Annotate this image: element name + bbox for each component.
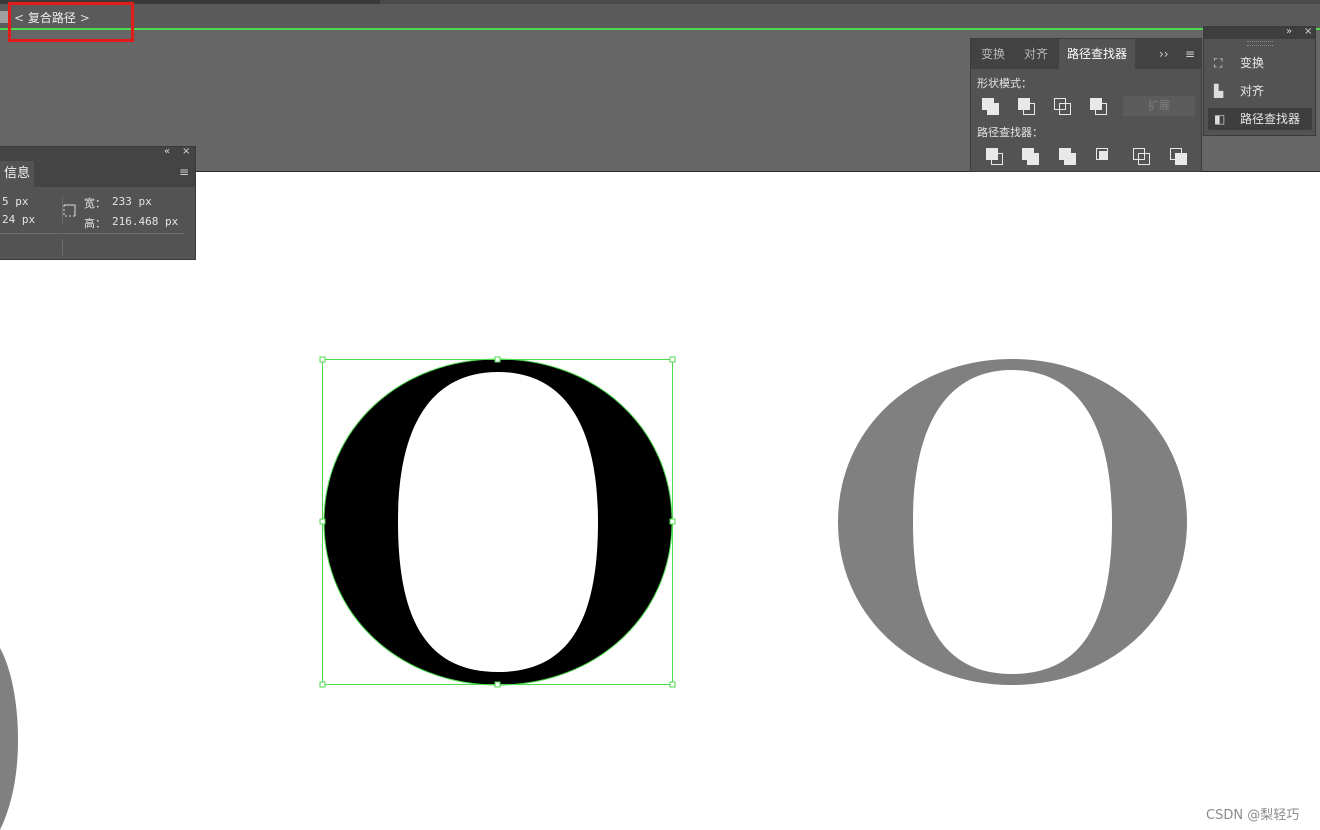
handle-bottom[interactable] xyxy=(494,681,501,688)
tab-pathfinder[interactable]: 路径查找器 xyxy=(1059,39,1135,69)
artboard[interactable] xyxy=(0,172,1320,830)
exclude-button[interactable] xyxy=(1089,97,1107,115)
dock-item-label: 对齐 xyxy=(1240,84,1265,98)
pathfinder-icon: ◧ xyxy=(1214,112,1226,126)
tab-align[interactable]: 对齐 xyxy=(1015,39,1057,69)
info-close-icon[interactable]: × xyxy=(182,146,190,157)
shape-modes-label: 形状模式： xyxy=(977,77,1032,90)
unite-button[interactable] xyxy=(981,97,999,115)
top-control-bar: < 复合路径 > xyxy=(0,0,1320,30)
dock-close-icon[interactable]: × xyxy=(1304,26,1312,37)
panel-menu-icon[interactable]: ≡ xyxy=(1185,39,1195,69)
dock-item-pathfinder[interactable]: ◧ 路径查找器 xyxy=(1208,108,1312,130)
handle-right[interactable] xyxy=(669,518,676,525)
minus-front-button[interactable] xyxy=(1017,97,1035,115)
pathfinder-panel: 变换 对齐 路径查找器 ›› ≡ 形状模式： 扩展 路径查找器： xyxy=(970,38,1202,172)
tab-transform[interactable]: 变换 xyxy=(973,39,1013,69)
handle-top-right[interactable] xyxy=(669,356,676,363)
layer-icon xyxy=(0,11,8,23)
dock-collapse-icon[interactable]: » xyxy=(1286,26,1292,37)
minus-back-button[interactable] xyxy=(1169,147,1187,165)
dock-item-transform[interactable]: ⛶ 变换 xyxy=(1208,52,1312,74)
collapsed-panel-dock: » × ⛶ 变换 ▙ 对齐 ◧ 路径查找器 xyxy=(1203,26,1316,136)
watermark: CSDN @梨轻巧 xyxy=(1206,808,1300,823)
dock-grip[interactable] xyxy=(1247,41,1273,46)
selected-compound-path[interactable] xyxy=(319,356,676,688)
pathfinder-tabs: 变换 对齐 路径查找器 ›› ≡ xyxy=(971,39,1201,69)
expand-button[interactable]: 扩展 xyxy=(1123,96,1195,116)
info-panel-header: « × xyxy=(0,146,195,161)
divide-button[interactable] xyxy=(985,147,1003,165)
dock-item-align[interactable]: ▙ 对齐 xyxy=(1208,80,1312,102)
pathfinders-label: 路径查找器： xyxy=(977,126,1043,139)
crop-button[interactable] xyxy=(1095,147,1113,165)
dock-item-label: 变换 xyxy=(1240,56,1265,70)
partial-gray-shape[interactable] xyxy=(0,648,18,830)
handle-top[interactable] xyxy=(494,356,501,363)
intersect-button[interactable] xyxy=(1053,97,1071,115)
dock-header: » × xyxy=(1204,26,1315,39)
align-icon: ▙ xyxy=(1214,84,1224,98)
transform-icon: ⛶ xyxy=(1214,56,1223,70)
info-collapse-icon[interactable]: « xyxy=(164,146,170,157)
handle-bottom-left[interactable] xyxy=(319,681,326,688)
annotation-highlight-box xyxy=(8,2,134,42)
letter-o-compound-path[interactable] xyxy=(324,359,672,685)
more-tabs-icon[interactable]: ›› xyxy=(1159,39,1169,69)
handle-bottom-right[interactable] xyxy=(669,681,676,688)
letter-o-result-shape[interactable] xyxy=(838,359,1187,685)
handle-left[interactable] xyxy=(319,518,326,525)
trim-button[interactable] xyxy=(1021,147,1039,165)
top-strip-right xyxy=(380,0,1320,4)
handle-top-left[interactable] xyxy=(319,356,326,363)
dock-item-label: 路径查找器 xyxy=(1240,112,1301,126)
outline-button[interactable] xyxy=(1132,147,1150,165)
merge-button[interactable] xyxy=(1058,147,1076,165)
